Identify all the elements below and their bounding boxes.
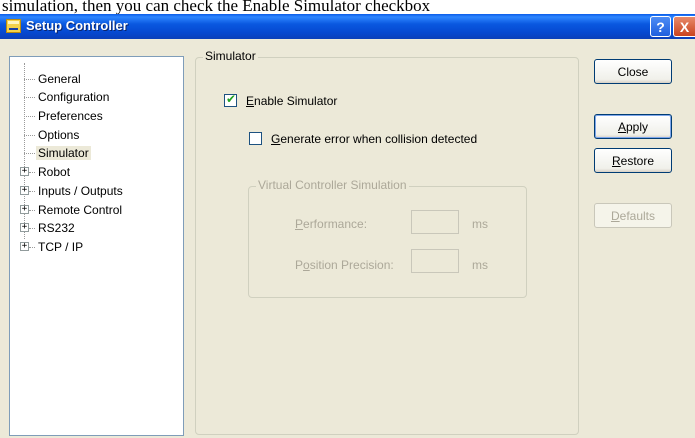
help-button[interactable]: ? [650,16,671,37]
close-window-button[interactable]: X [673,16,695,37]
app-icon [6,19,21,33]
virtual-controller-group [248,186,527,298]
tree-item-label: Robot [38,165,71,179]
tree-item-rs232[interactable]: + RS232 [10,219,77,237]
tree-item-label: Inputs / Outputs [38,184,123,198]
enable-simulator-checkbox[interactable]: ✔ [224,92,237,107]
tree-branch [24,153,35,154]
tree-branch [24,79,35,80]
tree-item-label: Preferences [38,109,103,123]
position-precision-input[interactable] [411,249,459,273]
tree-item-label: TCP / IP [38,240,84,254]
window-title: Setup Controller [26,18,128,33]
performance-label: Performance: [295,217,368,231]
apply-button[interactable]: Apply [594,114,672,139]
defaults-button[interactable]: Defaults [594,203,672,228]
tree-item-label: General [38,72,81,86]
tree-item-preferences[interactable]: Preferences [10,107,105,125]
tree-item-tcp-ip[interactable]: + TCP / IP [10,238,85,256]
close-button[interactable]: Close [594,59,672,84]
virtual-controller-group-title: Virtual Controller Simulation [256,178,409,192]
restore-button-label: Restore [611,153,655,168]
tree-item-simulator[interactable]: Simulator [10,144,91,162]
tree-item-label: Configuration [38,90,110,104]
tree-branch [29,247,35,248]
help-icon: ? [656,18,665,35]
title-bar[interactable]: Setup Controller ? X [0,14,695,39]
expand-icon[interactable]: + [20,223,29,232]
tree-item-remote-control[interactable]: + Remote Control [10,201,124,219]
tree-branch [29,191,35,192]
tree-branch [24,135,35,136]
defaults-button-label: Defaults [610,208,656,223]
tree-branch [29,210,35,211]
position-precision-unit: ms [472,258,488,272]
enable-simulator-label[interactable]: Enable Simulator [246,94,337,108]
setup-controller-dialog: Setup Controller ? X General Configurati… [0,14,695,438]
tree-item-label: Options [38,128,80,142]
apply-button-label: Apply [617,119,649,134]
generate-error-label[interactable]: Generate error when collision detected [271,132,477,146]
tree-branch [29,172,35,173]
close-button-label: Close [617,64,649,79]
tree-item-label: Simulator [36,146,91,160]
simulator-group-title: Simulator [203,49,258,63]
expand-icon[interactable]: + [20,167,29,176]
performance-input[interactable] [411,210,459,234]
tree-item-general[interactable]: General [10,70,83,88]
expand-icon[interactable]: + [20,186,29,195]
tree-branch [24,116,35,117]
expand-icon[interactable]: + [20,242,29,251]
position-precision-label: Position Precision: [295,258,394,272]
tree-branch [24,97,35,98]
performance-unit: ms [472,217,488,231]
tree-item-options[interactable]: Options [10,126,81,144]
tree-item-label: Remote Control [38,203,123,217]
tree-item-robot[interactable]: + Robot [10,163,72,181]
settings-tree[interactable]: General Configuration Preferences Option… [9,56,184,436]
restore-button[interactable]: Restore [594,148,672,173]
tree-item-inputs-outputs[interactable]: + Inputs / Outputs [10,182,125,200]
tree-item-label: RS232 [38,221,75,235]
tree-branch [29,228,35,229]
check-icon: ✔ [226,92,237,106]
expand-icon[interactable]: + [20,205,29,214]
tree-item-configuration[interactable]: Configuration [10,88,111,106]
generate-error-checkbox[interactable] [249,132,262,145]
close-icon: X [679,18,690,35]
